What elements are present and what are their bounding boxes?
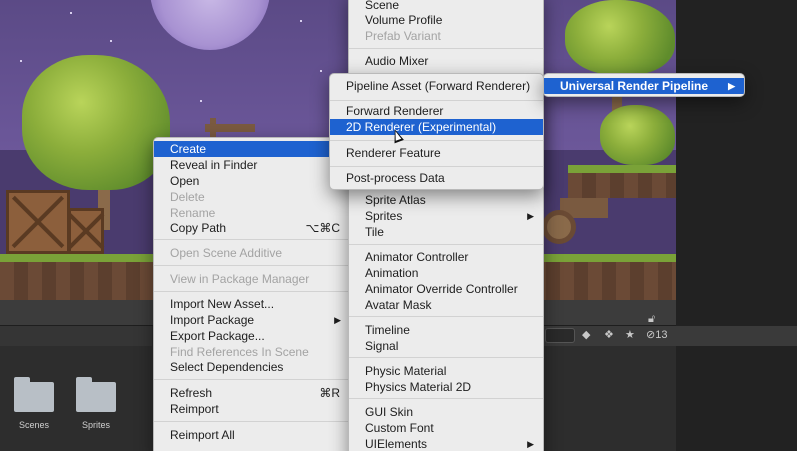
- menu-item-audio-mixer[interactable]: Audio Mixer: [349, 53, 543, 69]
- menu-item-reimport-all[interactable]: Reimport All: [154, 427, 350, 443]
- menu-item-sprite-atlas[interactable]: Sprite Atlas: [349, 192, 543, 208]
- submenu-arrow-icon: ▶: [728, 81, 735, 91]
- menu-item-avatar-mask[interactable]: Avatar Mask: [349, 297, 543, 313]
- cart-wheel: [542, 210, 576, 244]
- menu-item-uielements[interactable]: UIElements ▶: [349, 436, 543, 451]
- rendering-submenu: Pipeline Asset (Forward Renderer) Forwar…: [329, 73, 544, 190]
- favorite-star-icon[interactable]: ★: [625, 328, 635, 343]
- menu-item-open-scene-additive: Open Scene Additive: [170, 246, 283, 260]
- menu-item-pipeline-asset[interactable]: Pipeline Asset (Forward Renderer): [330, 78, 543, 94]
- project-toolbar: [540, 326, 797, 346]
- menu-item-export-package[interactable]: Export Package...: [154, 328, 350, 344]
- menu-item-reimport[interactable]: Reimport: [154, 401, 350, 417]
- menu-item-timeline[interactable]: Timeline: [349, 322, 543, 338]
- lock-icon[interactable]: 🔓︎: [648, 312, 655, 327]
- menu-item-custom-font[interactable]: Custom Font: [349, 420, 543, 436]
- menu-item-rename: Rename: [170, 206, 216, 220]
- asset-item[interactable]: Sprites: [66, 377, 126, 430]
- menu-item-volume-profile[interactable]: Volume Profile: [349, 12, 543, 28]
- menu-item-2d-renderer[interactable]: 2D Renderer (Experimental): [330, 119, 543, 135]
- menu-item-sprites[interactable]: Sprites ▶: [349, 208, 543, 224]
- filter-type-icon[interactable]: ◆: [582, 328, 590, 343]
- menu-item-animator-override-controller[interactable]: Animator Override Controller: [349, 281, 543, 297]
- menu-item-gui-skin[interactable]: GUI Skin: [349, 404, 543, 420]
- context-menu: Create Reveal in Finder Open Delete Rena…: [153, 137, 351, 451]
- menu-item-refresh[interactable]: Refresh ⌘R: [154, 385, 350, 401]
- menu-item-physics-material-2d[interactable]: Physics Material 2D: [349, 379, 543, 395]
- menu-item-animator-controller[interactable]: Animator Controller: [349, 249, 543, 265]
- urp-submenu: Universal Render Pipeline ▶: [543, 73, 745, 97]
- menu-item-renderer-feature[interactable]: Renderer Feature: [330, 145, 543, 161]
- asset-label: Sprites: [81, 420, 110, 430]
- shortcut-label: ⌘R: [319, 386, 340, 400]
- menu-item-find-references: Find References In Scene: [170, 345, 309, 359]
- menu-item-select-dependencies[interactable]: Select Dependencies: [154, 359, 350, 375]
- bush-right: [600, 105, 675, 165]
- hidden-count-icon[interactable]: ⊘13: [646, 328, 667, 343]
- menu-item-delete: Delete: [170, 190, 205, 204]
- asset-item[interactable]: Scenes: [4, 377, 64, 430]
- menu-item-universal-render-pipeline[interactable]: Universal Render Pipeline ▶: [544, 78, 744, 94]
- folder-icon: [76, 377, 116, 412]
- menu-item-post-process-data[interactable]: Post-process Data: [330, 170, 543, 186]
- crate-small: [68, 208, 104, 254]
- menu-item-animation[interactable]: Animation: [349, 265, 543, 281]
- tree-right: [565, 0, 675, 75]
- menu-item-forward-renderer[interactable]: Forward Renderer: [330, 103, 543, 119]
- create-submenu: Scene Volume Profile Prefab Variant Audi…: [348, 0, 544, 451]
- search-input[interactable]: [545, 328, 575, 343]
- label-icon[interactable]: ❖: [604, 328, 614, 343]
- submenu-arrow-icon: ▶: [334, 315, 341, 325]
- menu-item-prefab-variant: Prefab Variant: [365, 29, 441, 43]
- tree-left: [22, 55, 170, 190]
- crate: [6, 190, 70, 254]
- moon-graphic: [150, 0, 270, 50]
- menu-item-import-new-asset[interactable]: Import New Asset...: [154, 296, 350, 312]
- menu-item-open[interactable]: Open: [154, 173, 350, 189]
- menu-item-import-package[interactable]: Import Package ▶: [154, 312, 350, 328]
- asset-label: Scenes: [18, 420, 50, 430]
- menu-item-copy-path[interactable]: Copy Path ⌥⌘C: [154, 220, 350, 236]
- menu-item-physic-material[interactable]: Physic Material: [349, 363, 543, 379]
- submenu-arrow-icon: ▶: [527, 439, 534, 449]
- menu-item-tile[interactable]: Tile: [349, 224, 543, 240]
- inspector-panel: [676, 0, 797, 451]
- menu-item-create[interactable]: Create: [154, 141, 350, 157]
- shortcut-label: ⌥⌘C: [305, 221, 341, 235]
- menu-item-view-in-package-manager: View in Package Manager: [170, 272, 310, 286]
- project-tree-header: [0, 326, 152, 346]
- submenu-arrow-icon: ▶: [527, 211, 534, 221]
- menu-item-reveal-in-finder[interactable]: Reveal in Finder: [154, 157, 350, 173]
- folder-icon: [14, 377, 54, 412]
- hidden-count: 13: [655, 329, 668, 341]
- menu-item-signal[interactable]: Signal: [349, 338, 543, 354]
